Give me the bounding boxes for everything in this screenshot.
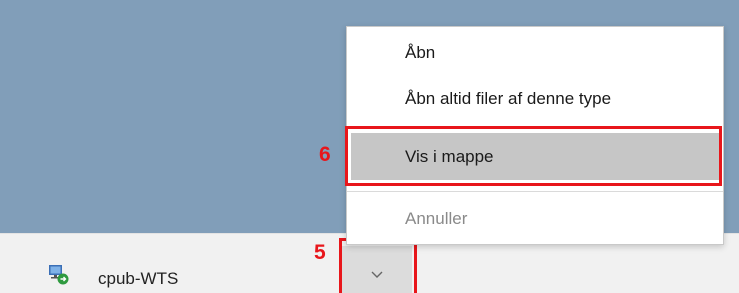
step-5-highlight	[339, 238, 417, 293]
step-6-label: 6	[319, 143, 331, 166]
menu-separator	[347, 191, 723, 192]
download-file-name[interactable]: cpub-WTS	[98, 268, 178, 290]
step-6-highlight	[345, 126, 722, 186]
menu-item-always-open[interactable]: Åbn altid filer af denne type	[405, 87, 611, 111]
step-5-label: 5	[314, 241, 326, 264]
menu-item-open[interactable]: Åbn	[405, 41, 435, 65]
menu-item-cancel[interactable]: Annuller	[405, 207, 467, 231]
remote-desktop-file-icon	[48, 265, 70, 285]
